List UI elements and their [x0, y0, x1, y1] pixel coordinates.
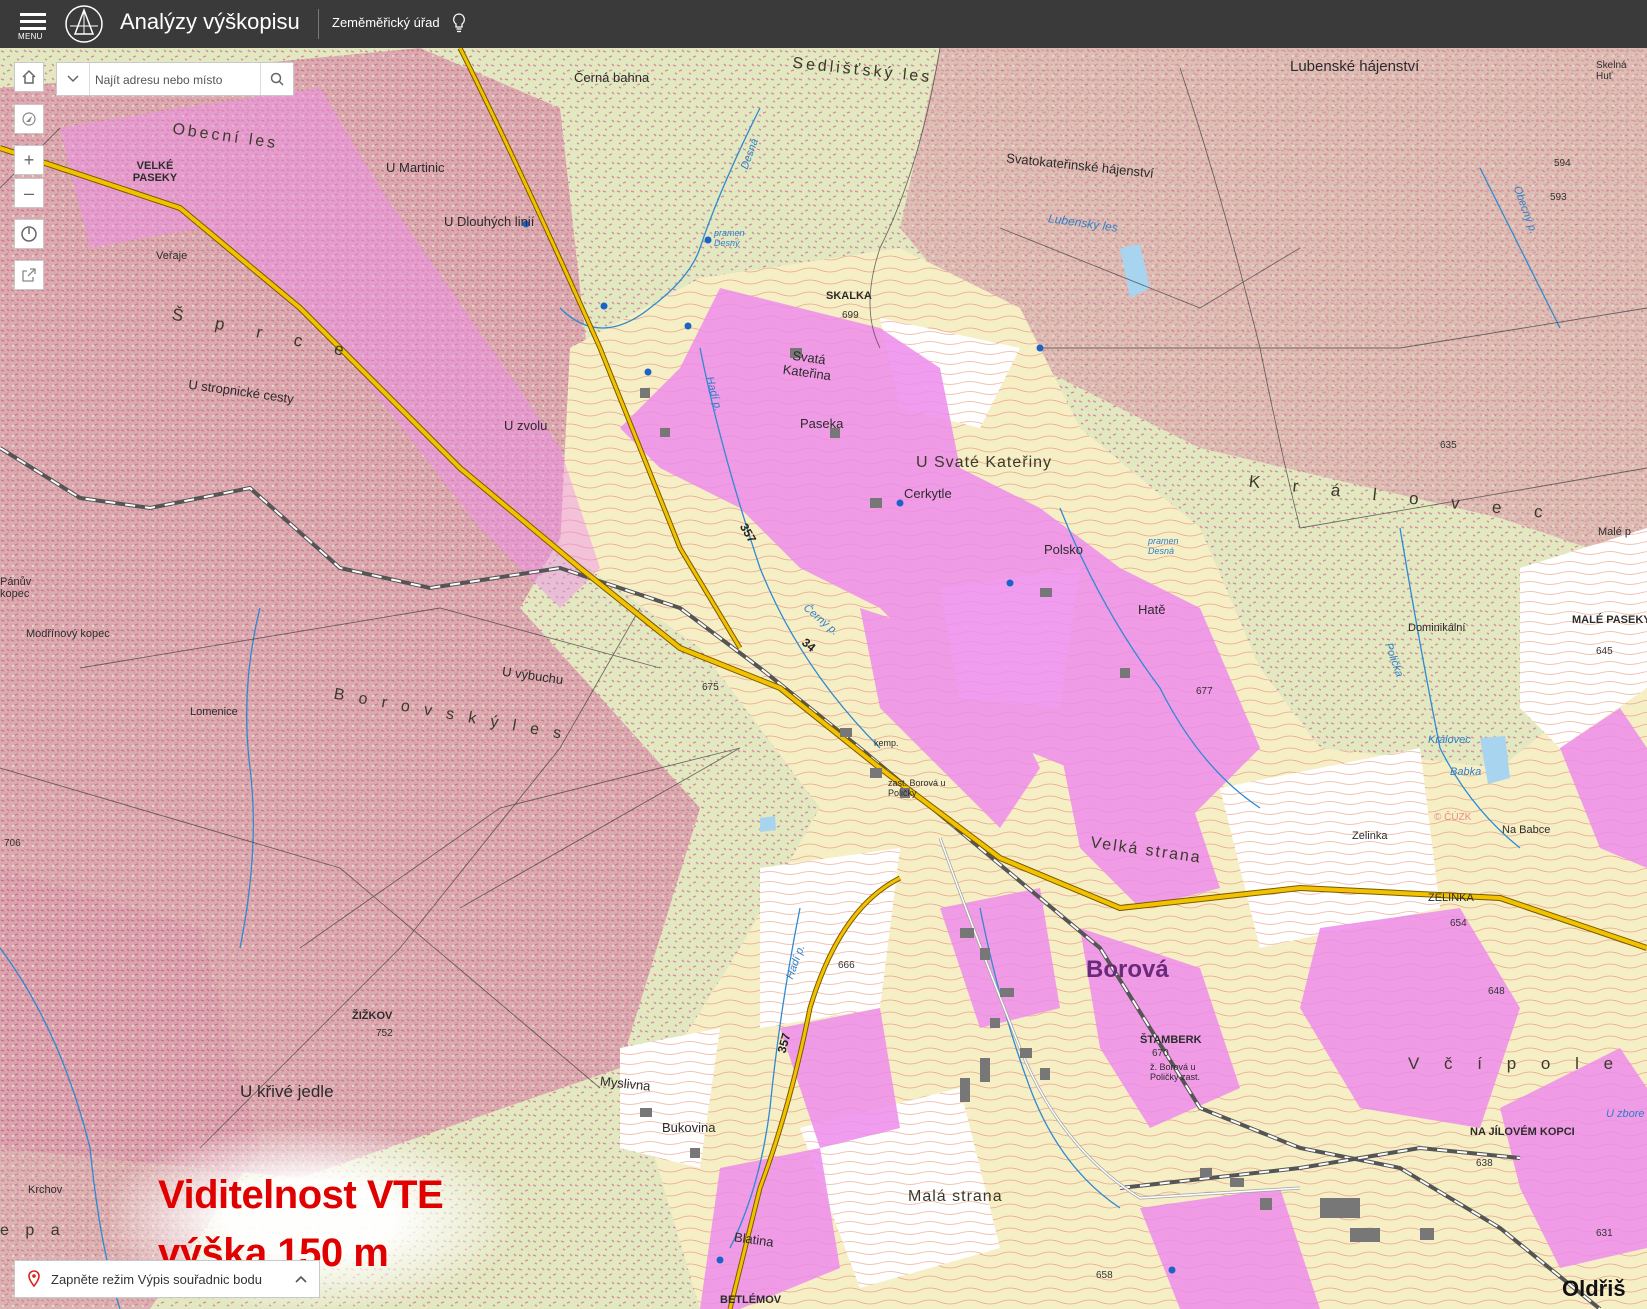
label-skalka: SKALKA [826, 290, 872, 302]
locate-icon [22, 112, 36, 126]
compass-button[interactable] [14, 219, 44, 249]
label-velke-paseky: VELKÉ PASEKY [132, 160, 178, 184]
label-hate: Hatě [1138, 602, 1166, 617]
label-na-jilovem-kopci: NA JÍLOVÉM KOPCI [1470, 1126, 1575, 1138]
label-stamberk: ŠTAMBERK [1140, 1034, 1202, 1046]
location-pin-icon [28, 1270, 40, 1288]
label-skelna-hut: Skelná Huť [1596, 60, 1627, 82]
height-670: 670 [1152, 1048, 1169, 1059]
label-u-svate-kateriny: U Svaté Kateřiny [916, 454, 1053, 471]
label-zelinka-caps: ZELINKA [1428, 892, 1474, 904]
label-mala-strana: Malá strana [908, 1188, 1003, 1205]
label-male-p: Malé p [1598, 526, 1632, 538]
minus-icon: – [23, 182, 34, 203]
menu-label: MENU [18, 32, 43, 41]
height-752: 752 [376, 1028, 393, 1039]
height-635: 635 [1440, 440, 1457, 451]
hamburger-icon [20, 13, 46, 16]
app-title: Analýzy výškopisu [120, 9, 300, 34]
label-kralovec-water: Královec [1428, 734, 1471, 746]
zoom-in-button[interactable]: + [14, 145, 44, 175]
height-699: 699 [842, 310, 859, 321]
height-666: 666 [838, 960, 855, 971]
label-pramen-desna: pramen Desná [1148, 536, 1179, 556]
chevron-up-icon[interactable] [293, 1271, 309, 1287]
label-u-krive-jedle: U křivé jedle [240, 1082, 334, 1101]
label-dominikalni: Dominikální [1408, 622, 1466, 634]
height-638: 638 [1476, 1158, 1493, 1169]
hamburger-icon-bar [20, 27, 46, 30]
label-cerna-bahna: Černá bahna [574, 70, 650, 85]
search-button[interactable] [260, 63, 293, 95]
height-675: 675 [702, 682, 719, 693]
label-panuv-kopec: Pánův kopec [0, 576, 32, 600]
label-babka: Babka [1450, 766, 1482, 778]
hamburger-icon-bar [20, 20, 46, 23]
height-677: 677 [1196, 686, 1213, 697]
label-z-borova: ž. Borová u Poličky zast. [1150, 1062, 1201, 1082]
label-vcli-pole: V č í p o l e [1408, 1054, 1624, 1073]
home-icon [22, 69, 36, 84]
label-zast-borova: zast. Borová u Poličky [888, 778, 946, 798]
header-divider [318, 9, 319, 39]
locate-button[interactable] [14, 104, 44, 134]
compass-icon [21, 226, 37, 242]
app-header: MENU Analýzy výškopisu Zeměměřický úřad [0, 0, 1647, 48]
label-modrinovy-kopec: Modřínový kopec [26, 628, 110, 640]
label-zelinka: Zelinka [1352, 830, 1388, 842]
menu-button[interactable]: MENU [14, 8, 52, 42]
label-zizkov: ŽIŽKOV [352, 1010, 393, 1022]
label-betlemov: BETLÉMOV [720, 1294, 782, 1306]
map-canvas[interactable] [0, 48, 1647, 1309]
label-u-zvolu: U zvolu [504, 418, 548, 433]
label-paseka: Paseka [800, 416, 844, 431]
plus-icon: + [23, 149, 35, 170]
height-631: 631 [1596, 1228, 1613, 1239]
label-borova: Borová [1086, 956, 1169, 983]
label-lubenske-hajenstvi: Lubenské hájenství [1290, 58, 1420, 75]
home-button[interactable] [14, 62, 44, 92]
search-input[interactable] [93, 69, 257, 91]
height-594: 594 [1554, 158, 1571, 169]
search-icon [270, 72, 284, 86]
label-male-paseky: MALÉ PASEKY [1572, 614, 1647, 626]
search-box[interactable] [56, 62, 294, 96]
height-658: 658 [1096, 1270, 1113, 1281]
visibility-title: Viditelnost VTE [158, 1173, 444, 1217]
height-645: 645 [1596, 646, 1613, 657]
label-e-pa: e p a [0, 1222, 66, 1239]
coordinate-mode-label: Zapněte režim Výpis souřadnic bodu [51, 1272, 263, 1287]
label-copyright: © ČÚZK [1434, 812, 1472, 823]
cuzk-logo-icon [65, 5, 103, 43]
label-bukovina: Bukovina [662, 1120, 716, 1135]
chevron-down-icon [67, 75, 79, 83]
external-link-icon [22, 268, 36, 282]
search-source-dropdown[interactable] [57, 63, 90, 95]
map-view[interactable]: Obecní les VELKÉ PASEKY Černá bahna Sedl… [0, 48, 1647, 1309]
label-na-babce: Na Babce [1502, 824, 1551, 836]
coordinate-readout-bar[interactable]: Zapněte režim Výpis souřadnic bodu [14, 1260, 320, 1298]
height-706: 706 [4, 838, 21, 849]
label-pramen-desny: pramen Desný [714, 228, 745, 248]
open-field-s [760, 848, 900, 1028]
label-u-dlouhych-linii: U Dlouhých linií [444, 214, 535, 229]
label-lomenice: Lomenice [190, 706, 238, 718]
label-cerkytle: Cerkytle [904, 486, 952, 501]
label-veraje: Veřaje [156, 250, 188, 262]
height-593: 593 [1550, 192, 1567, 203]
height-654: 654 [1450, 918, 1467, 929]
pond-small [760, 816, 776, 832]
lightbulb-icon[interactable] [452, 13, 466, 33]
label-polsko: Polsko [1044, 542, 1084, 557]
zoom-out-button[interactable]: – [14, 178, 44, 208]
open-external-button[interactable] [14, 260, 44, 290]
label-oldris: Oldřiš [1562, 1276, 1626, 1301]
label-krchov: Krchov [28, 1184, 63, 1196]
height-648: 648 [1488, 986, 1505, 997]
label-u-martinic: U Martinic [386, 160, 445, 175]
label-kemp: kemp. [874, 738, 899, 748]
organization-link[interactable]: Zeměměřický úřad [332, 15, 440, 30]
label-u-zbore: U zbore [1606, 1108, 1645, 1120]
